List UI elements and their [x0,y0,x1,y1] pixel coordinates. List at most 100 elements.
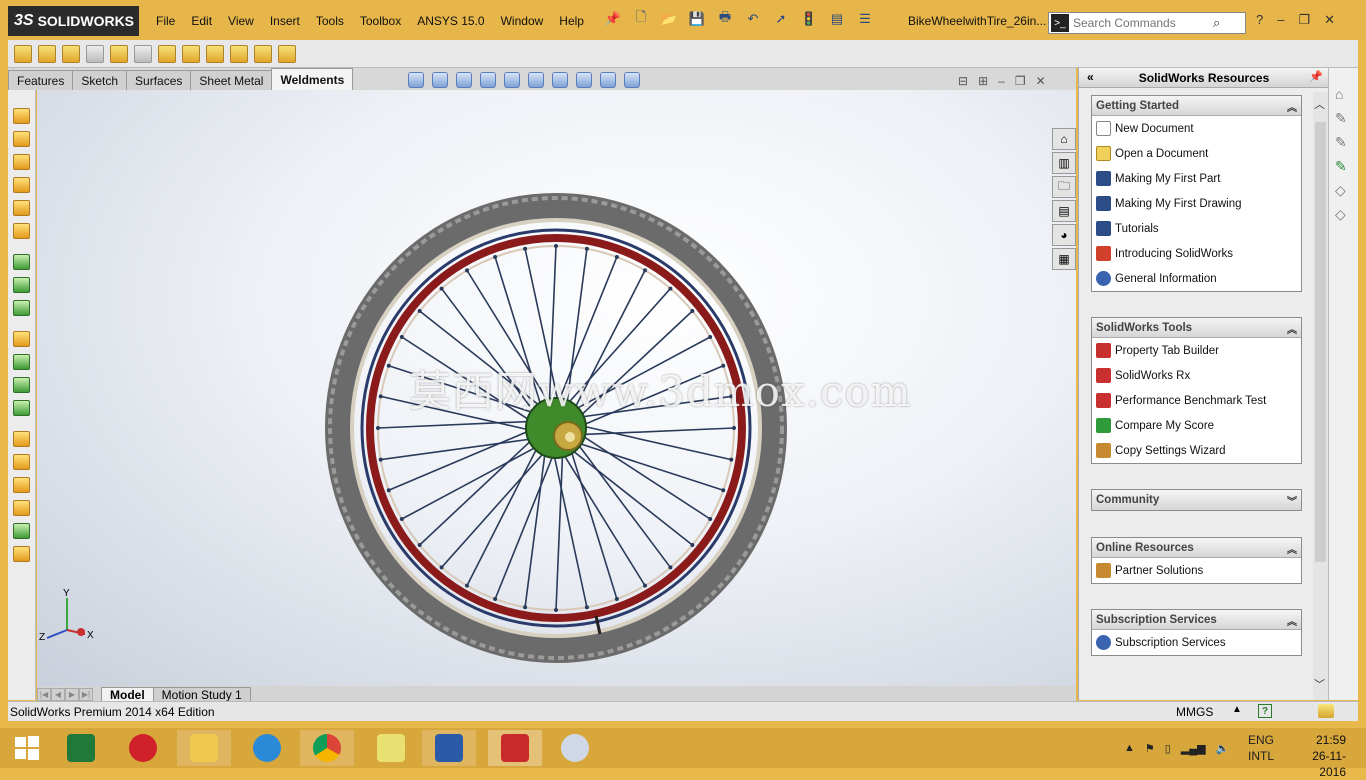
taskbar-solidworks[interactable] [488,730,542,766]
view-palette-icon[interactable]: ▤ [1052,200,1076,222]
tab-features[interactable]: Features [8,70,74,90]
doc-close-icon[interactable]: ✕ [1036,74,1046,88]
plane-icon[interactable] [13,108,30,124]
extruded-boss-icon[interactable] [110,44,128,63]
collapse-up-icon[interactable]: ︽ [1287,541,1297,556]
clock[interactable]: 21:59 26-11-2016 [1290,732,1346,780]
hide-show-items-icon[interactable] [552,72,568,88]
start-button[interactable] [0,730,54,766]
shell-icon[interactable] [13,331,30,347]
dome-icon[interactable] [13,431,30,447]
fillet-bead-icon[interactable] [254,44,272,63]
expand-down-icon[interactable]: ︾ [1287,493,1297,508]
collapse-up-icon[interactable]: ︽ [1287,613,1297,628]
tab-weldments[interactable]: Weldments [271,68,354,90]
loft-icon[interactable] [13,200,30,216]
search-commands[interactable]: >_ ⌕ [1048,12,1246,34]
search-input[interactable] [1073,16,1213,30]
edit-appearance-icon[interactable] [576,72,592,88]
move-face-icon[interactable] [13,254,30,270]
restore-icon[interactable]: ❐ [1298,12,1310,28]
list-item-first-part[interactable]: Making My First Part [1092,166,1301,191]
pin-icon[interactable]: 📌 [604,10,622,28]
taskbar-sticky-notes[interactable] [364,730,418,766]
unit-system[interactable]: MMGS [1176,705,1213,719]
taskbar-paint[interactable] [548,730,602,766]
save-icon[interactable]: 💾 [688,10,706,28]
list-item-benchmark[interactable]: Performance Benchmark Test [1092,388,1301,413]
doc-minimize-icon[interactable]: ‒ [998,74,1005,88]
rebuild-status-icon[interactable] [1318,704,1334,718]
apply-scene-icon[interactable] [600,72,616,88]
pin-pane-icon[interactable]: 📌 [1309,70,1323,83]
solidworks-logo[interactable]: 3S SOLIDWORKS [8,6,139,36]
unit-menu-arrow-icon[interactable]: ▲ [1232,704,1242,715]
file-properties-icon[interactable]: ▤ [828,10,846,28]
weld-bead-icon[interactable] [230,44,248,63]
flex-icon[interactable] [13,454,30,470]
scroll-down-icon[interactable]: ﹀ [1314,676,1325,692]
structural-member-icon[interactable] [38,44,56,63]
menu-view[interactable]: View [220,12,262,30]
prev-tab-icon[interactable]: ◀ [51,688,65,701]
taskbar-opera[interactable] [116,730,170,766]
menu-window[interactable]: Window [493,12,552,30]
taskbar-chrome[interactable] [300,730,354,766]
appearances-icon[interactable]: ◕ [1052,224,1076,246]
group-header[interactable]: SolidWorks Tools ︽ [1092,318,1301,338]
scroll-up-icon[interactable]: ︿ [1314,96,1325,112]
taskbar-internet-explorer[interactable] [240,730,294,766]
select-arrow-icon[interactable]: ➚ [772,10,790,28]
menu-file[interactable]: File [148,12,183,30]
home-icon[interactable]: ⌂ [1052,128,1076,150]
file-explorer-icon[interactable]: 🗀 [1052,176,1076,198]
zoom-to-area-icon[interactable] [432,72,448,88]
end-cap-icon[interactable] [206,44,224,63]
rib-icon[interactable] [13,500,30,516]
battery-icon[interactable]: ▯ [1165,742,1171,755]
extruded-cut-icon[interactable] [134,44,152,63]
list-item-new-document[interactable]: New Document [1092,116,1301,141]
tab-surfaces[interactable]: Surfaces [126,70,192,90]
scroll-thumb[interactable] [1315,122,1326,562]
previous-view-icon[interactable] [456,72,472,88]
print-icon[interactable]: 🖶 [716,9,734,28]
menu-tools[interactable]: Tools [308,12,352,30]
zoom-to-fit-icon[interactable] [408,72,424,88]
3d-sketch-icon[interactable] [14,44,32,63]
list-item-subscription-services[interactable]: Subscription Services [1092,630,1301,655]
explorer-tab-icon[interactable]: ✎ [1335,134,1353,152]
wrap-icon[interactable] [13,523,30,539]
input-language[interactable]: ENG INTL [1248,732,1274,764]
mirror-icon[interactable] [13,546,30,562]
action-center-icon[interactable]: ⚑ [1145,742,1155,755]
close-icon[interactable]: ✕ [1324,12,1335,28]
tab-motion-study-1[interactable]: Motion Study 1 [152,687,251,702]
list-item-general-info[interactable]: General Information [1092,266,1301,291]
group-header[interactable]: Online Resources ︽ [1092,538,1301,558]
list-item-first-drawing[interactable]: Making My First Drawing [1092,191,1301,216]
next-tab-icon[interactable]: ▶ [65,688,79,701]
menu-help[interactable]: Help [551,12,592,30]
network-icon[interactable]: ▂▄▆ [1181,742,1206,755]
new-file-icon[interactable]: 🗋 [632,9,650,28]
group-header[interactable]: Community ︾ [1092,490,1301,510]
appearances-tab-icon[interactable]: ◇ [1335,206,1353,224]
taskbar-word[interactable] [422,730,476,766]
options-icon[interactable]: ☰ [856,10,874,28]
list-item-copy-settings[interactable]: Copy Settings Wizard [1092,438,1301,463]
resources-tab-icon[interactable]: ⌂ [1335,86,1353,104]
list-item-property-tab-builder[interactable]: Property Tab Builder [1092,338,1301,363]
reference-geometry-icon[interactable] [278,44,296,63]
sweep-icon[interactable] [13,177,30,193]
custom-properties-icon[interactable]: ▦ [1052,248,1076,270]
intersect-icon[interactable] [13,400,30,416]
split-icon[interactable] [13,354,30,370]
tab-sheet-metal[interactable]: Sheet Metal [190,70,273,90]
rotate-face-icon[interactable] [13,277,30,293]
list-item-introducing[interactable]: Introducing SolidWorks [1092,241,1301,266]
weldment-icon[interactable] [62,44,80,63]
tile-horizontal-icon[interactable]: ⊟ [958,74,968,88]
trim-extend-icon[interactable] [86,44,104,63]
menu-insert[interactable]: Insert [262,12,308,30]
